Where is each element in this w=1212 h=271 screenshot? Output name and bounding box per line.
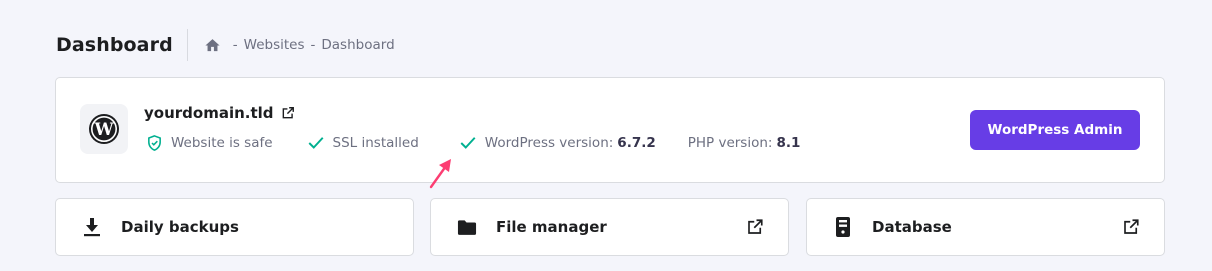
database-card[interactable]: Database [806, 198, 1165, 256]
database-icon [833, 217, 853, 237]
daily-backups-label: Daily backups [121, 218, 239, 236]
status-safe-text: Website is safe [171, 135, 273, 151]
breadcrumb: - Websites - Dashboard [204, 37, 395, 54]
home-icon[interactable] [204, 37, 221, 54]
file-manager-card[interactable]: File manager [430, 198, 789, 256]
check-icon [308, 137, 324, 149]
external-link-icon[interactable] [1122, 218, 1140, 236]
php-version-label: PHP version: [687, 135, 773, 151]
annotation-arrow-icon [429, 159, 451, 189]
status-ssl-text: SSL installed [332, 135, 419, 151]
domain-row: yourdomain.tld [144, 104, 295, 122]
domain-name[interactable]: yourdomain.tld [144, 104, 274, 122]
file-manager-label: File manager [496, 218, 607, 236]
php-version-value: 8.1 [776, 135, 801, 151]
breadcrumb-item-dashboard: Dashboard [321, 37, 395, 53]
wp-version-value: 6.7.2 [617, 135, 656, 151]
status-php-version: PHP version: 8.1 [688, 135, 801, 151]
external-link-icon[interactable] [746, 218, 764, 236]
wordpress-icon: W [80, 104, 128, 154]
wordpress-admin-button[interactable]: WordPress Admin [970, 110, 1140, 150]
website-overview-card: W yourdomain.tld Website is safe SSL ins… [55, 77, 1165, 183]
header-divider [186, 29, 188, 61]
breadcrumb-separator: - [232, 37, 238, 53]
svg-text:W: W [93, 120, 114, 140]
status-website-safe: Website is safe [146, 134, 273, 152]
daily-backups-card[interactable]: Daily backups [55, 198, 414, 256]
status-row: Website is safe SSL installed WordPress … [146, 134, 800, 152]
breadcrumb-separator: - [310, 37, 316, 53]
status-ssl: SSL installed [307, 135, 419, 151]
folder-icon [457, 217, 477, 237]
breadcrumb-item-websites[interactable]: Websites [244, 37, 305, 53]
shield-check-icon [148, 135, 161, 151]
status-wordpress-version: WordPress version: 6.7.2 [459, 135, 656, 151]
database-label: Database [872, 218, 952, 236]
page-title: Dashboard [56, 34, 173, 56]
external-link-icon[interactable] [281, 106, 295, 120]
page-header: Dashboard - Websites - Dashboard [56, 28, 395, 62]
wp-version-label: WordPress version: [484, 135, 614, 151]
download-icon [82, 217, 102, 237]
check-icon [460, 137, 476, 149]
